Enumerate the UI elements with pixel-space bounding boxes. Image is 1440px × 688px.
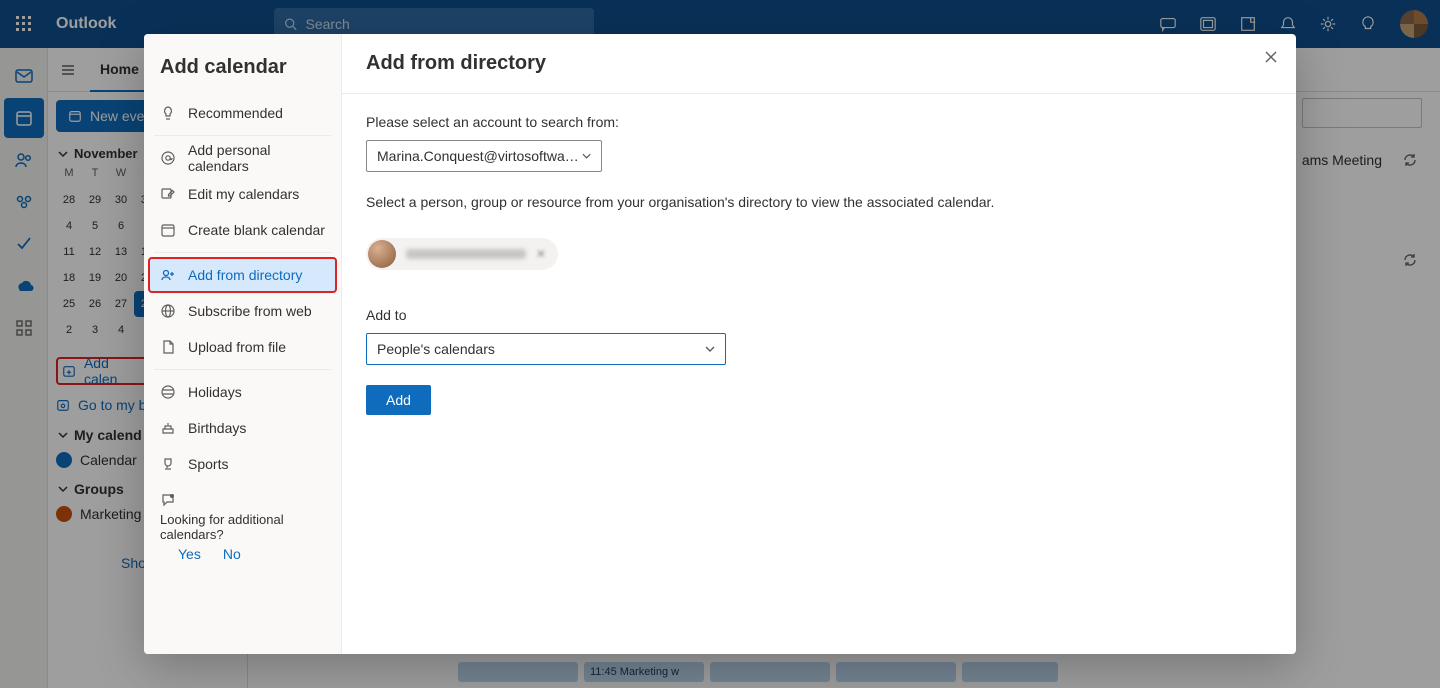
addto-select[interactable]: People's calendars: [366, 333, 726, 365]
nav-sports[interactable]: Sports: [144, 446, 341, 482]
close-button[interactable]: [1264, 50, 1278, 64]
person-avatar: [368, 240, 396, 268]
footer-text: Looking for additional calendars?: [160, 512, 325, 542]
globe-icon: [160, 384, 176, 400]
lightbulb-icon: [160, 105, 176, 121]
content-title: Add from directory: [366, 52, 1272, 75]
feedback-icon: [160, 492, 325, 508]
nav-upload-file[interactable]: Upload from file: [144, 329, 341, 365]
remove-person-icon[interactable]: ✕: [536, 247, 546, 261]
addto-label: Add to: [366, 307, 1272, 323]
edit-calendar-icon: [160, 186, 176, 202]
chevron-down-icon: [705, 344, 715, 354]
person-name-redacted: [406, 249, 526, 259]
nav-add-personal[interactable]: Add personal calendars: [144, 140, 341, 176]
footer-yes-link[interactable]: Yes: [178, 546, 201, 562]
nav-recommended[interactable]: Recommended: [144, 95, 341, 131]
nav-birthdays[interactable]: Birthdays: [144, 410, 341, 446]
panel-footer: Looking for additional calendars? Yes No: [144, 482, 341, 572]
chevron-down-icon: [582, 151, 591, 161]
selected-person-pill[interactable]: ✕: [366, 238, 558, 270]
close-icon: [1264, 50, 1278, 64]
nav-subscribe-web[interactable]: Subscribe from web: [144, 293, 341, 329]
panel-title: Add calendar: [144, 48, 341, 95]
account-select[interactable]: Marina.Conquest@virtosoftware.c...: [366, 140, 602, 172]
add-button[interactable]: Add: [366, 385, 431, 415]
trophy-icon: [160, 456, 176, 472]
nav-edit-calendars[interactable]: Edit my calendars: [144, 176, 341, 212]
cake-icon: [160, 420, 176, 436]
account-value: Marina.Conquest@virtosoftware.c...: [377, 148, 582, 164]
panel-nav: Add calendar Recommended Add personal ca…: [144, 34, 342, 654]
blank-calendar-icon: [160, 222, 176, 238]
footer-no-link[interactable]: No: [223, 546, 241, 562]
directory-icon: [160, 267, 176, 283]
nav-create-blank[interactable]: Create blank calendar: [144, 212, 341, 248]
nav-add-from-directory[interactable]: Add from directory: [148, 257, 337, 293]
panel-content: Add from directory Please select an acco…: [342, 34, 1296, 654]
addto-value: People's calendars: [377, 341, 495, 357]
file-icon: [160, 339, 176, 355]
nav-holidays[interactable]: Holidays: [144, 374, 341, 410]
add-calendar-panel: Add calendar Recommended Add personal ca…: [144, 34, 1296, 654]
web-icon: [160, 303, 176, 319]
account-label: Please select an account to search from:: [366, 114, 1272, 130]
at-icon: [160, 150, 176, 166]
directory-hint: Select a person, group or resource from …: [366, 194, 1272, 210]
